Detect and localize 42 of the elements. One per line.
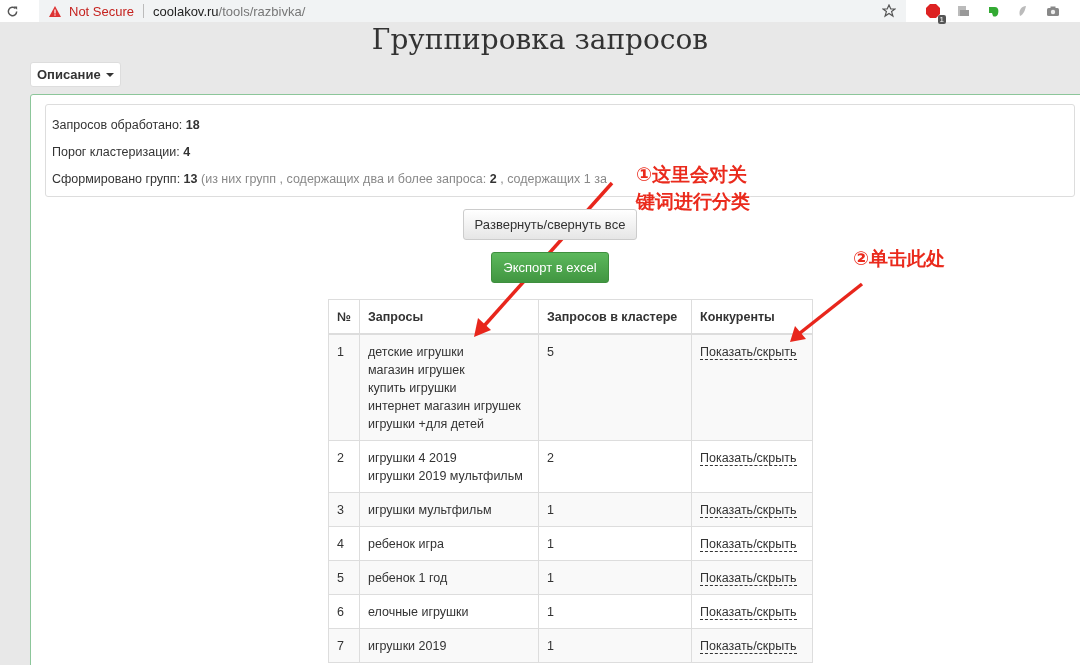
expand-collapse-button[interactable]: Развернуть/свернуть все [462,209,638,240]
count-cell: 2 [538,440,692,493]
star-icon[interactable] [882,4,896,18]
count-cell: 1 [538,526,692,561]
stat-text: Сформировано групп: 13 [52,171,198,186]
stop-sign-icon[interactable] [926,4,940,18]
count-cell: 1 [538,492,692,527]
row-number-cell: 7 [328,628,360,663]
row-number-cell: 3 [328,492,360,527]
count-cell: 1 [538,628,692,663]
count-cell: 5 [538,334,692,441]
extension-badge: 1 [937,15,946,24]
stat-text: Запросов обработано: 18 [52,117,200,132]
annotation-text: ①这里会对关键词进行分类 [636,162,751,214]
caret-icon [105,72,114,77]
queries-cell: игрушки 4 2019 игрушки 2019 мультфильм [359,440,539,493]
page-title: Группировка запросов [370,22,710,58]
url-path[interactable]: /tools/razbivka/ [218,3,306,19]
queries-cell: игрушки 2019 [359,628,539,663]
description-dropdown[interactable]: Описание [30,62,121,87]
stat-text: Порог кластеризации: 4 [52,144,191,159]
show-hide-link[interactable]: Показать/скрыть [700,345,797,360]
row-number-cell: 2 [328,440,360,493]
row-number-cell: 4 [328,526,360,561]
row-number-cell: 5 [328,560,360,595]
stat-note: (из них групп , содержащих два и более запроса: 2 , содержащих 1 за [201,171,607,186]
queries-cell: ребенок 1 год [359,560,539,595]
queries-cell: елочные игрушки [359,594,539,629]
document-stack-icon[interactable] [956,4,970,18]
annotation-text: ②单击此处 [853,246,946,271]
queries-cell: ребенок игра [359,526,539,561]
count-cell: 1 [538,594,692,629]
row-number-cell: 1 [328,334,360,441]
queries-cell: игрушки мультфильм [359,492,539,527]
count-cell: 1 [538,560,692,595]
queries-cell: детские игрушки магазин игрушек купить игрушки интернет магазин игрушек игрушки +для детей [359,334,539,441]
warning-icon [49,5,61,17]
row-number-cell: 6 [328,594,360,629]
reload-icon[interactable] [6,4,19,18]
camera-icon[interactable] [1046,4,1060,18]
url-host[interactable]: coolakov.ru [153,3,219,19]
security-label[interactable]: Not Secure [69,3,135,19]
